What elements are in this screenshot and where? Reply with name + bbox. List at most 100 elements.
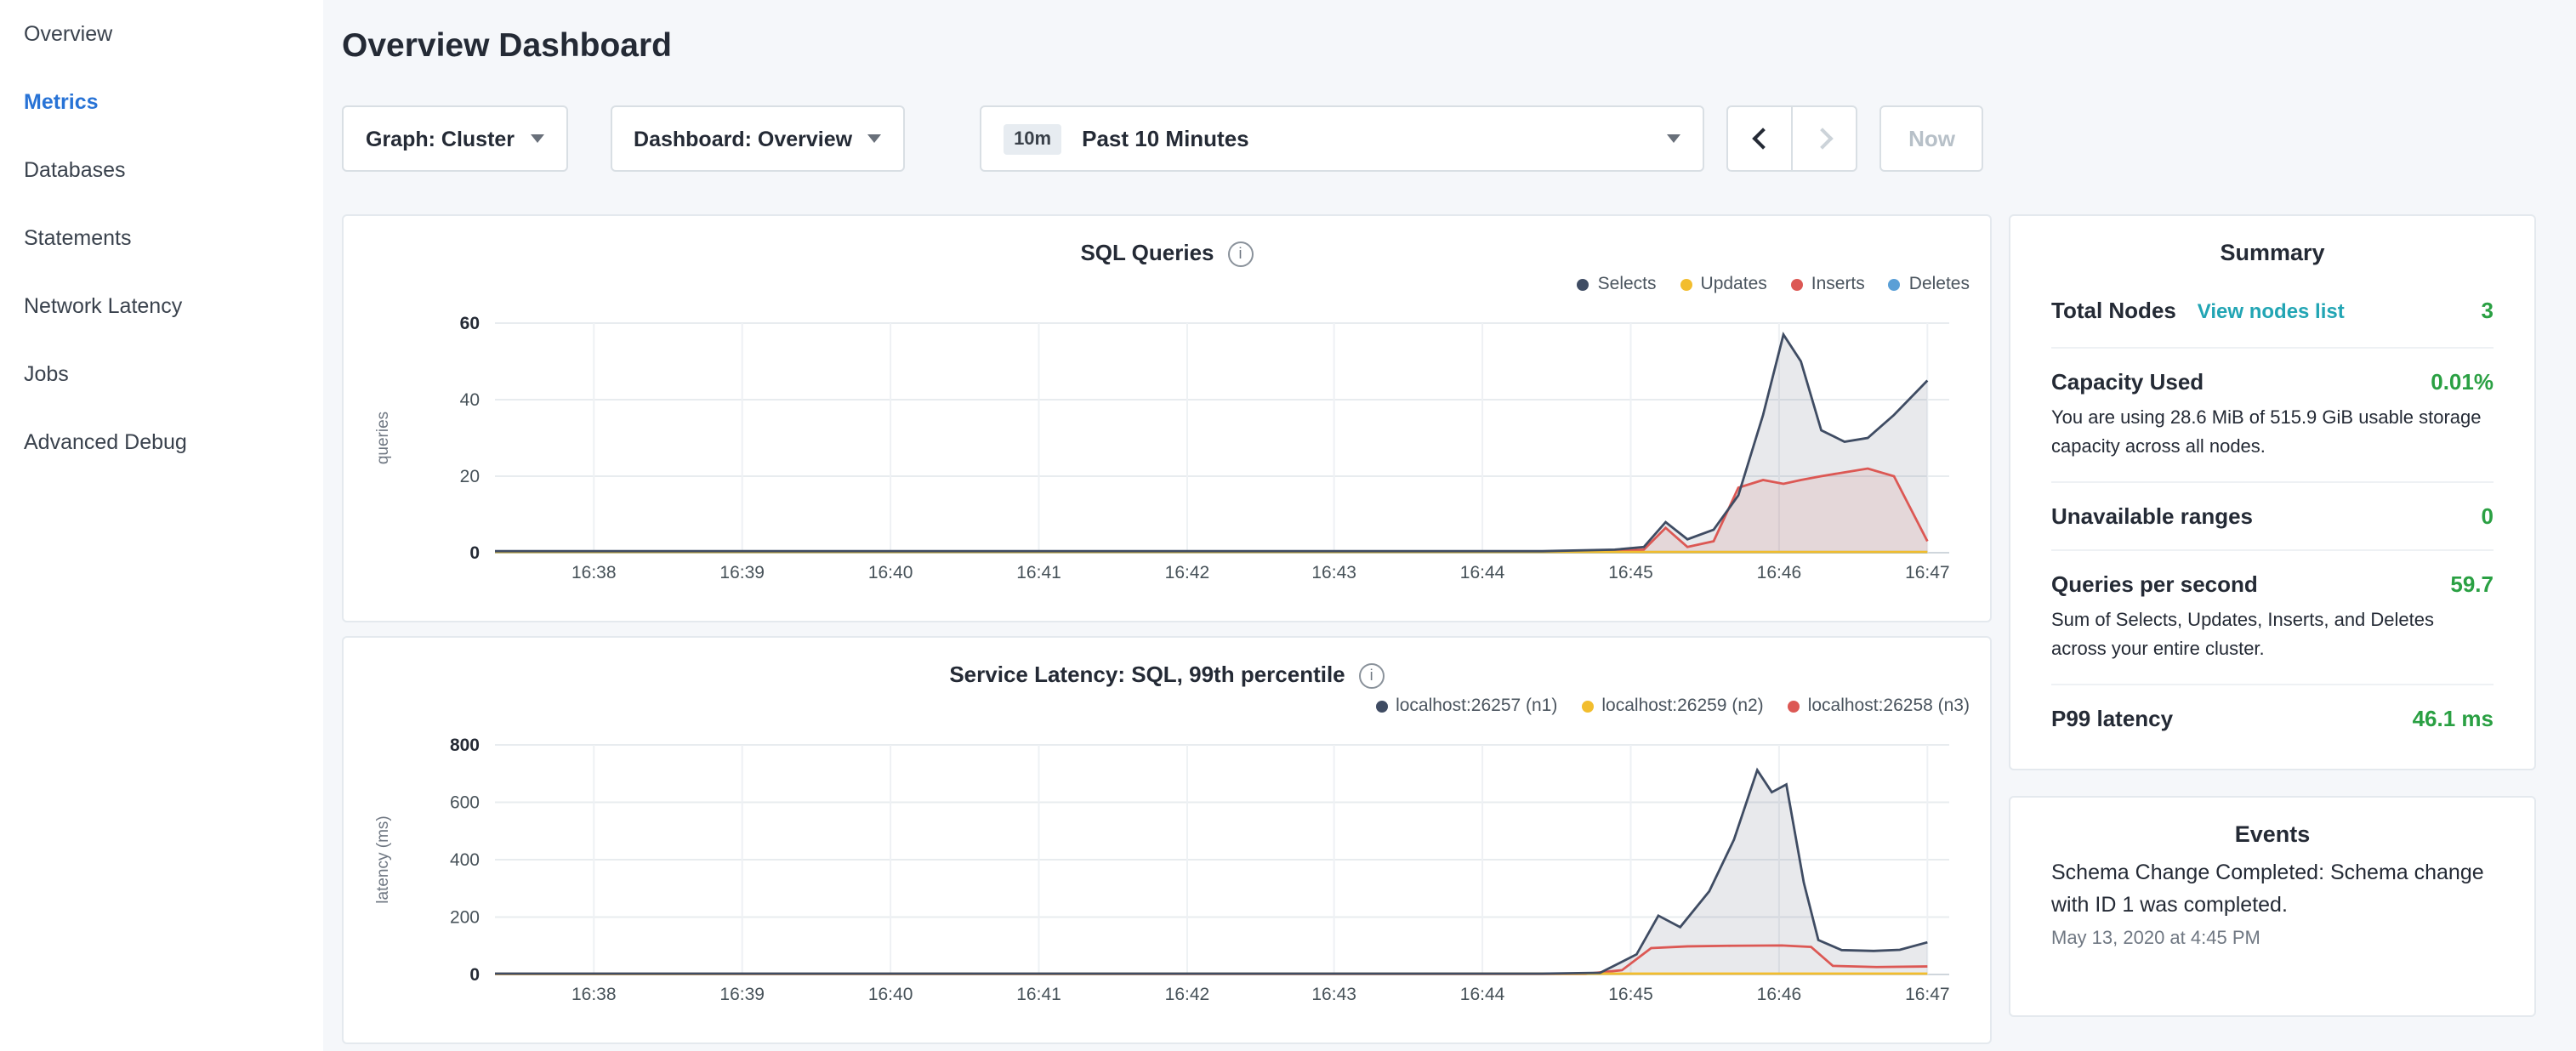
- legend-dot-icon: [1680, 278, 1692, 290]
- sidebar-item-metrics[interactable]: Metrics: [0, 68, 323, 136]
- service-latency-chart: 020040060080016:3816:3916:4016:4116:4216…: [364, 730, 1973, 1012]
- svg-text:16:40: 16:40: [868, 563, 913, 582]
- chevron-right-icon: [1811, 128, 1832, 149]
- svg-text:800: 800: [450, 736, 480, 755]
- summary-panel: Summary Total Nodes View nodes list 3: [2009, 214, 2536, 770]
- summary-row-p99-latency: P99 latency 46.1 ms: [2051, 684, 2494, 752]
- svg-text:16:43: 16:43: [1311, 563, 1356, 582]
- charts-column: SQL Queries i Selects Updates Inserts Delete…: [342, 214, 1992, 1051]
- time-step-buttons: [1726, 105, 1857, 172]
- event-timestamp: May 13, 2020 at 4:45 PM: [2051, 928, 2494, 948]
- legend-dot-icon: [1578, 278, 1589, 290]
- sidebar-item-databases[interactable]: Databases: [0, 136, 323, 204]
- time-range-badge: 10m: [1004, 123, 1061, 154]
- page-title: Overview Dashboard: [342, 27, 2576, 66]
- svg-text:600: 600: [450, 793, 480, 813]
- svg-text:0: 0: [469, 965, 480, 985]
- svg-text:16:46: 16:46: [1757, 563, 1802, 582]
- events-panel: Events Schema Change Completed: Schema c…: [2009, 796, 2536, 1017]
- svg-text:0: 0: [469, 543, 480, 563]
- chevron-down-icon: [1667, 134, 1680, 143]
- svg-text:16:41: 16:41: [1016, 985, 1061, 1004]
- legend-dot-icon: [1581, 700, 1593, 712]
- legend-dot-icon: [1889, 278, 1901, 290]
- now-button[interactable]: Now: [1879, 105, 1984, 172]
- prev-time-button[interactable]: [1726, 105, 1793, 172]
- dashboard-controls: Graph: Cluster Dashboard: Overview 10m P…: [342, 105, 2576, 172]
- queries-per-second-label: Queries per second: [2051, 571, 2258, 597]
- summary-row-total-nodes: Total Nodes View nodes list 3: [2051, 276, 2494, 347]
- events-title: Events: [2051, 821, 2494, 847]
- svg-text:16:42: 16:42: [1165, 985, 1210, 1004]
- chevron-down-icon: [867, 134, 881, 143]
- sidebar-item-overview[interactable]: Overview: [0, 0, 323, 68]
- right-column: Summary Total Nodes View nodes list 3: [2009, 214, 2536, 1017]
- time-window-dropdown[interactable]: 10m Past 10 Minutes: [980, 105, 1704, 172]
- legend-item: Inserts: [1791, 274, 1865, 294]
- legend-dot-icon: [1788, 700, 1800, 712]
- svg-text:latency (ms): latency (ms): [374, 815, 392, 903]
- svg-text:16:40: 16:40: [868, 985, 913, 1004]
- summary-row-capacity-used: Capacity Used 0.01% You are using 28.6 M…: [2051, 347, 2494, 481]
- svg-text:16:39: 16:39: [719, 563, 765, 582]
- dashboard-dropdown[interactable]: Dashboard: Overview: [610, 105, 905, 172]
- chart-legend: Selects Updates Inserts Deletes: [364, 274, 1970, 304]
- legend-item: Selects: [1578, 274, 1657, 294]
- legend-item: Deletes: [1889, 274, 1970, 294]
- p99-latency-label: P99 latency: [2051, 706, 2173, 731]
- svg-text:16:38: 16:38: [571, 985, 617, 1004]
- chart-title: SQL Queries: [1080, 240, 1214, 265]
- queries-per-second-description: Sum of Selects, Updates, Inserts, and De…: [2051, 607, 2494, 663]
- sidebar-item-jobs[interactable]: Jobs: [0, 340, 323, 408]
- svg-text:200: 200: [450, 908, 480, 928]
- legend-dot-icon: [1375, 700, 1387, 712]
- graph-scope-label: Graph: Cluster: [366, 127, 515, 151]
- svg-text:60: 60: [460, 314, 480, 333]
- summary-title: Summary: [2051, 240, 2494, 265]
- dashboard-body: SQL Queries i Selects Updates Inserts Delete…: [342, 214, 2576, 1051]
- svg-text:20: 20: [460, 467, 480, 486]
- svg-text:40: 40: [460, 390, 480, 410]
- svg-text:16:43: 16:43: [1311, 985, 1356, 1004]
- capacity-used-value: 0.01%: [2431, 369, 2494, 395]
- chart-title: Service Latency: SQL, 99th percentile: [949, 662, 1345, 687]
- svg-text:queries: queries: [374, 412, 392, 464]
- legend-item: localhost:26258 (n3): [1788, 696, 1970, 716]
- view-nodes-list-link[interactable]: View nodes list: [2198, 299, 2345, 323]
- legend-item: Updates: [1680, 274, 1767, 294]
- svg-text:16:44: 16:44: [1460, 563, 1505, 582]
- chevron-down-icon: [530, 134, 543, 143]
- svg-text:400: 400: [450, 850, 480, 870]
- event-list-item[interactable]: Schema Change Completed: Schema change w…: [2051, 857, 2494, 948]
- sidebar-item-statements[interactable]: Statements: [0, 204, 323, 272]
- svg-text:16:38: 16:38: [571, 563, 617, 582]
- svg-text:16:47: 16:47: [1905, 563, 1950, 582]
- dashboard-dropdown-label: Dashboard: Overview: [634, 127, 852, 151]
- info-icon[interactable]: i: [1228, 241, 1254, 267]
- chevron-left-icon: [1751, 128, 1772, 149]
- info-icon[interactable]: i: [1359, 663, 1385, 689]
- svg-text:16:47: 16:47: [1905, 985, 1950, 1004]
- time-range-label: Past 10 Minutes: [1082, 126, 1249, 151]
- next-time-button[interactable]: [1791, 105, 1857, 172]
- service-latency-chart-card: Service Latency: SQL, 99th percentile i l…: [342, 636, 1992, 1044]
- svg-text:16:41: 16:41: [1016, 563, 1061, 582]
- sidebar-item-advanced-debug[interactable]: Advanced Debug: [0, 408, 323, 476]
- total-nodes-label: Total Nodes: [2051, 298, 2176, 323]
- legend-dot-icon: [1791, 278, 1803, 290]
- svg-text:16:45: 16:45: [1608, 985, 1653, 1004]
- queries-per-second-value: 59.7: [2450, 571, 2494, 597]
- event-message: Schema Change Completed: Schema change w…: [2051, 857, 2494, 921]
- graph-scope-dropdown[interactable]: Graph: Cluster: [342, 105, 567, 172]
- capacity-used-description: You are using 28.6 MiB of 515.9 GiB usab…: [2051, 405, 2494, 461]
- sidebar-item-network-latency[interactable]: Network Latency: [0, 272, 323, 340]
- summary-row-unavailable-ranges: Unavailable ranges 0: [2051, 481, 2494, 549]
- p99-latency-value: 46.1 ms: [2413, 706, 2494, 731]
- capacity-used-label: Capacity Used: [2051, 369, 2204, 395]
- sql-queries-chart: 020406016:3816:3916:4016:4116:4216:4316:…: [364, 308, 1973, 590]
- main-content: Overview Dashboard Graph: Cluster Dashbo…: [323, 27, 2576, 1051]
- svg-text:16:46: 16:46: [1757, 985, 1802, 1004]
- svg-text:16:45: 16:45: [1608, 563, 1653, 582]
- legend-item: localhost:26257 (n1): [1375, 696, 1557, 716]
- unavailable-ranges-value: 0: [2482, 503, 2494, 529]
